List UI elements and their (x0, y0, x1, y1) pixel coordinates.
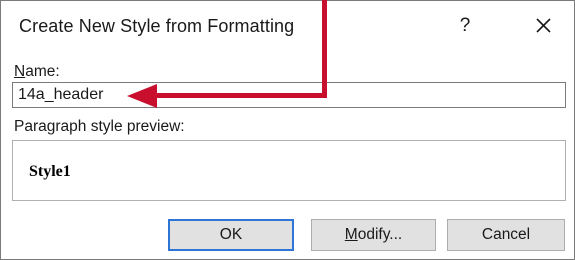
close-icon (536, 18, 551, 33)
annotation-arrow-vertical (322, 0, 327, 98)
title-bar: Create New Style from Formatting ? (1, 1, 574, 53)
close-button[interactable] (529, 13, 557, 39)
annotation-arrowhead-icon (127, 84, 157, 108)
ok-button[interactable]: OK (168, 219, 294, 251)
name-label-accesskey: N (14, 63, 26, 80)
help-button[interactable]: ? (453, 13, 477, 39)
create-style-dialog: Create New Style from Formatting ? Name:… (0, 0, 575, 260)
dialog-title: Create New Style from Formatting (19, 16, 295, 36)
preview-style-text: Style1 (29, 163, 71, 180)
annotation-arrow-horizontal (150, 93, 327, 98)
name-label-text: ame: (25, 63, 60, 80)
modify-accesskey: M (344, 226, 358, 243)
modify-button[interactable]: Modify... (311, 219, 436, 251)
preview-box: Style1 (12, 140, 566, 201)
modify-label: odify... (357, 226, 403, 243)
preview-label: Paragraph style preview: (14, 118, 185, 135)
cancel-button[interactable]: Cancel (447, 219, 565, 251)
name-label: Name: (14, 63, 60, 81)
